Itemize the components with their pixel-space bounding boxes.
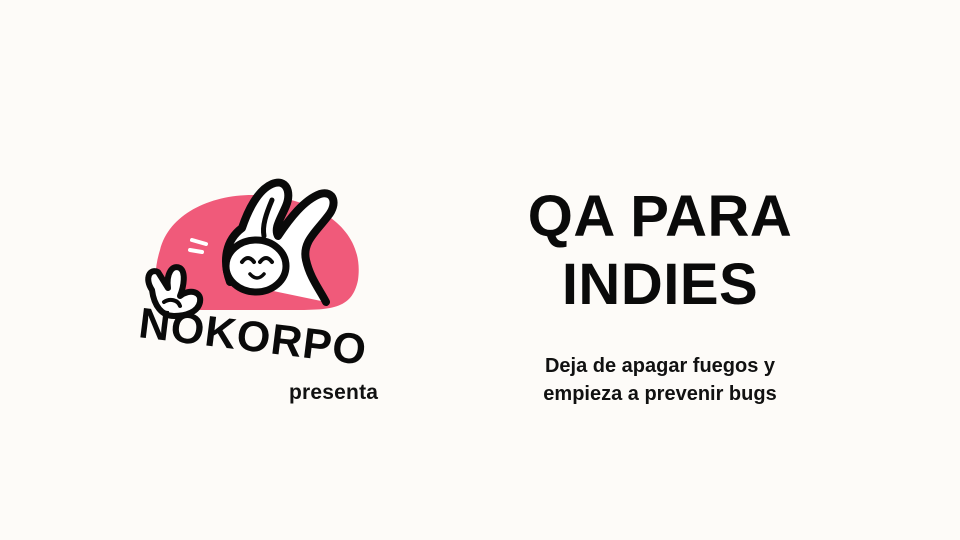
title-line-2: INDIES — [561, 252, 759, 317]
title-slide: NOKORPO presenta QA PARA INDIES Deja de … — [0, 0, 960, 540]
presents-label: presenta — [289, 381, 379, 404]
subtitle-line-2: empieza a prevenir bugs — [543, 383, 777, 405]
subtitle: Deja de apagar fuegos y empieza a preven… — [470, 352, 850, 408]
bunny-peace-sign-icon: NOKORPO — [136, 178, 370, 375]
subtitle-line-1: Deja de apagar fuegos y — [544, 355, 776, 377]
nokorpo-logo: NOKORPO — [130, 170, 390, 380]
brand-name: NOKORPO — [136, 299, 369, 375]
page-title: QA PARA INDIES — [470, 183, 850, 319]
title-line-1: QA PARA — [527, 184, 793, 249]
